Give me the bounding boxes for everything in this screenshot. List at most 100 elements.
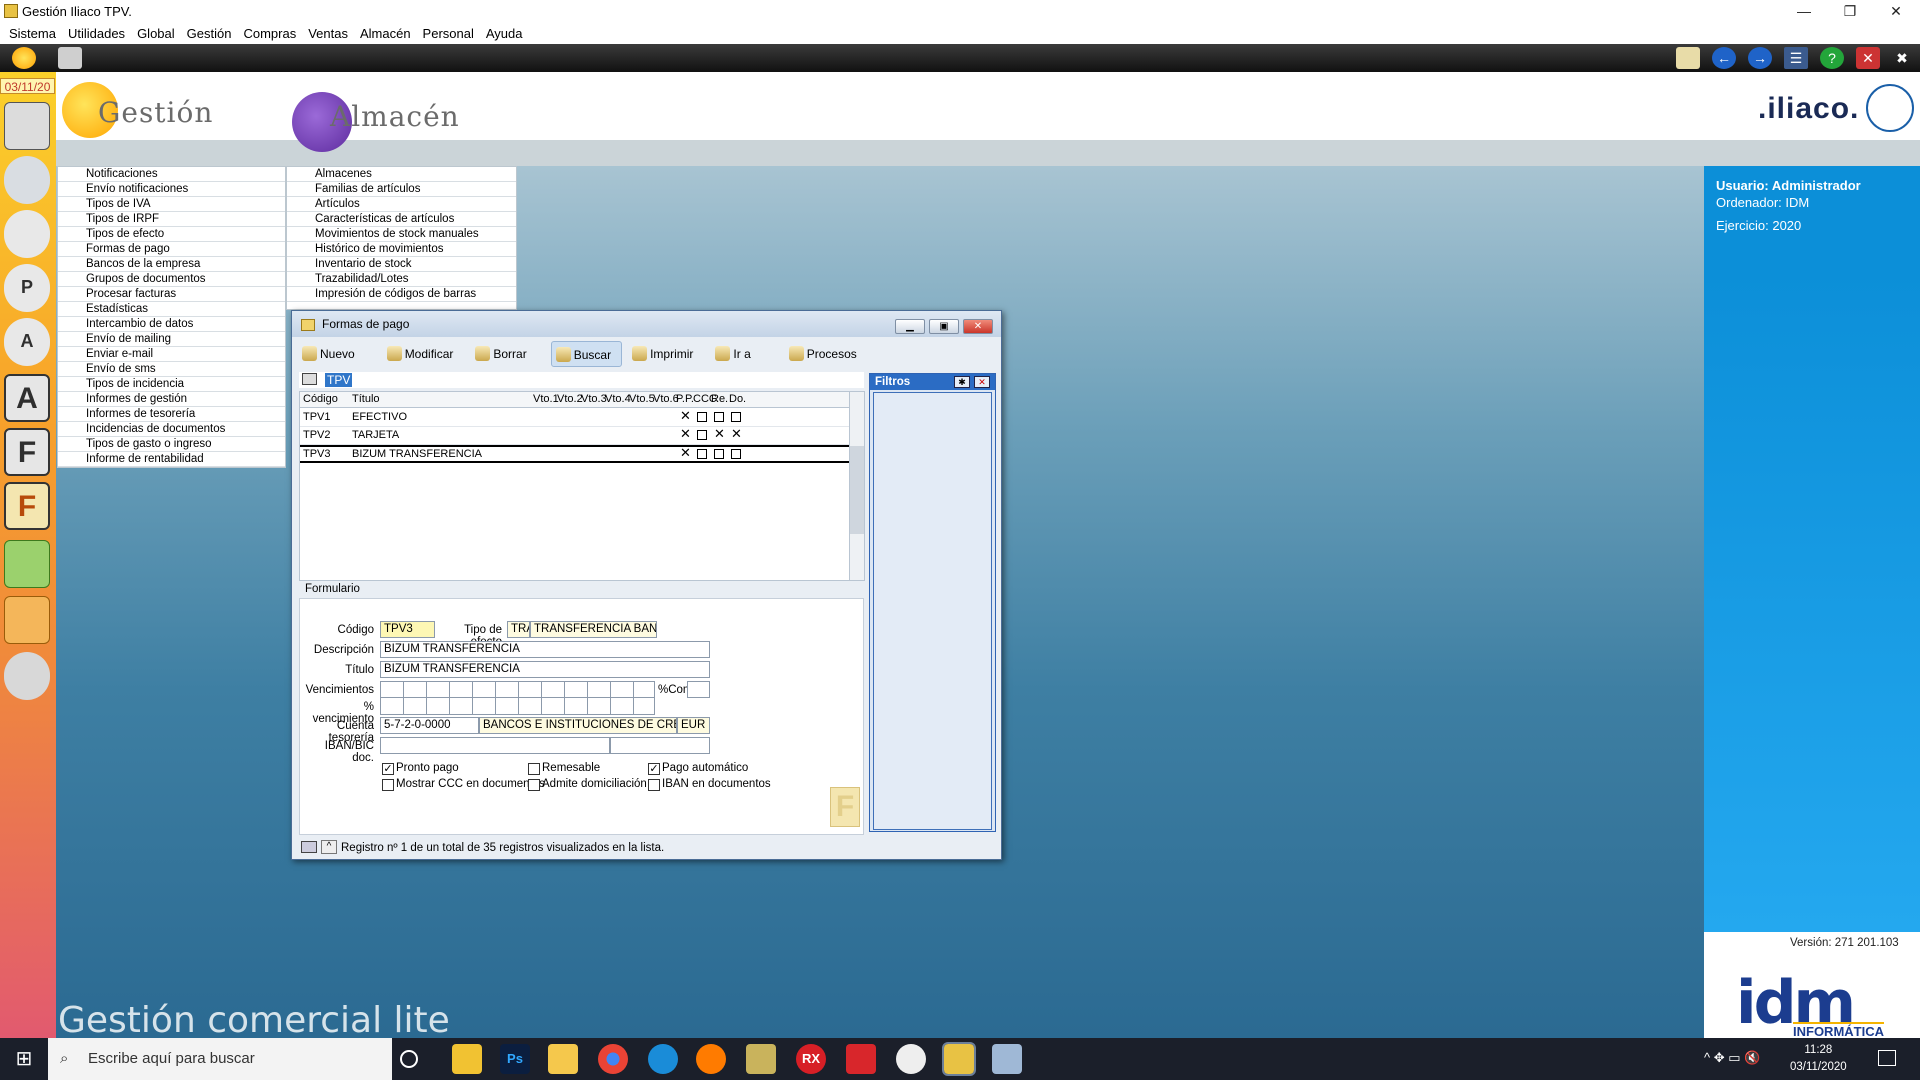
clock[interactable]: 11:28 03/11/2020	[1790, 1042, 1847, 1076]
gestion-menu-item[interactable]: Tipos de IVA	[58, 197, 285, 212]
exit-icon[interactable]: ✖	[1890, 47, 1914, 69]
almacen-menu-item[interactable]: Histórico de movimientos	[287, 242, 516, 257]
gestion-menu-item[interactable]: Intercambio de datos	[58, 317, 285, 332]
menu-utilidades[interactable]: Utilidades	[62, 22, 131, 44]
task-view-icon[interactable]	[400, 1050, 418, 1068]
gestion-menu-item[interactable]: Informes de gestión	[58, 392, 285, 407]
col-vto5[interactable]: Vto.5	[629, 393, 655, 405]
procesos-button[interactable]: Procesos	[785, 341, 867, 367]
status-folder-icon[interactable]	[301, 841, 317, 853]
gestion-menu-item[interactable]: Grupos de documentos	[58, 272, 285, 287]
terminal-icon[interactable]	[4, 102, 50, 150]
gestion-menu-item[interactable]: Informe de rentabilidad	[58, 452, 285, 467]
gestion-menu-item[interactable]: Notificaciones	[58, 167, 285, 182]
gestion-menu-item[interactable]: Enviar e-mail	[58, 347, 285, 362]
menu-ayuda[interactable]: Ayuda	[480, 22, 529, 44]
pago-automatico-checkbox[interactable]: ✓	[648, 763, 660, 775]
filtros-close-icon[interactable]: ✕	[974, 376, 990, 388]
folder-icon[interactable]	[548, 1044, 578, 1074]
col-codigo[interactable]: Código	[303, 393, 338, 405]
gestion-menu-item[interactable]: Tipos de incidencia	[58, 377, 285, 392]
col-vto2[interactable]: Vto.2	[557, 393, 583, 405]
dialog-minimize-button[interactable]: ▁	[895, 319, 925, 334]
almacen-menu-item[interactable]: Trazabilidad/Lotes	[287, 272, 516, 287]
gestion-menu-item[interactable]: Envío de mailing	[58, 332, 285, 347]
almacen-menu-item[interactable]: Familias de artículos	[287, 182, 516, 197]
almacen-menu-item[interactable]: Impresión de códigos de barras	[287, 287, 516, 302]
titulo-field[interactable]: BIZUM TRANSFERENCIA	[380, 661, 710, 678]
gestion-menu-item[interactable]: Estadísticas	[58, 302, 285, 317]
do-check[interactable]: ✕	[731, 427, 742, 440]
menu-global[interactable]: Global	[131, 22, 181, 44]
windows-start-icon[interactable]: ⊞	[0, 1038, 48, 1080]
users-group-icon[interactable]	[4, 156, 50, 204]
tipo-efecto-code-field[interactable]: TRA	[507, 621, 530, 638]
taskbar-search-input[interactable]: Escribe aquí para buscar	[48, 1038, 392, 1080]
pct-com-field[interactable]	[687, 681, 710, 698]
menu-personal[interactable]: Personal	[417, 22, 480, 44]
cuenta-field[interactable]: 5-7-2-0-0000	[380, 717, 479, 734]
almacen-menu-item[interactable]: Características de artículos	[287, 212, 516, 227]
col-vto3[interactable]: Vto.3	[581, 393, 607, 405]
ir-a-button[interactable]: Ir a	[711, 341, 760, 367]
do-check[interactable]	[731, 412, 741, 422]
col-vto6[interactable]: Vto.6	[653, 393, 679, 405]
pin-icon[interactable]: ✱	[954, 376, 970, 388]
admite-domiciliacion-checkbox[interactable]	[528, 779, 540, 791]
modificar-button[interactable]: Modificar	[383, 341, 464, 367]
col-vto4[interactable]: Vto.4	[605, 393, 631, 405]
gestion-menu-item[interactable]: Tipos de efecto	[58, 227, 285, 242]
gestion-iliaco-taskbar-icon[interactable]	[942, 1042, 976, 1076]
col-vto1[interactable]: Vto.1	[533, 393, 559, 405]
ccc-check[interactable]	[697, 430, 707, 440]
gestion-menu-item[interactable]: Envío de sms	[58, 362, 285, 377]
pp-check[interactable]: ✕	[680, 427, 691, 440]
iban-field[interactable]	[380, 737, 610, 754]
ccc-check[interactable]	[697, 449, 707, 459]
nuevo-button[interactable]: Nuevo	[298, 341, 365, 367]
help-icon[interactable]: ?	[1820, 47, 1844, 69]
menu-ventas[interactable]: Ventas	[302, 22, 354, 44]
pp-check[interactable]: ✕	[680, 409, 691, 422]
menu-compras[interactable]: Compras	[237, 22, 302, 44]
rx-icon[interactable]: RX	[796, 1044, 826, 1074]
bic-field[interactable]	[610, 737, 710, 754]
disc-icon[interactable]	[4, 652, 50, 700]
letter-f-orange-icon[interactable]: F	[4, 482, 50, 530]
letter-a-icon[interactable]: A	[4, 374, 50, 422]
gestion-menu-item[interactable]: Bancos de la empresa	[58, 257, 285, 272]
gestion-menu-item[interactable]: Incidencias de documentos	[58, 422, 285, 437]
descripcion-field[interactable]: BIZUM TRANSFERENCIA	[380, 641, 710, 658]
gestion-menu-item[interactable]: Tipos de IRPF	[58, 212, 285, 227]
mail-icon[interactable]	[1676, 47, 1700, 69]
back-icon[interactable]: ←	[1712, 47, 1736, 69]
minimize-button[interactable]: —	[1782, 0, 1826, 22]
collapse-icon[interactable]: ^	[321, 840, 337, 854]
tab-formulario[interactable]: Formulario	[299, 583, 864, 598]
app-icon-1[interactable]	[746, 1044, 776, 1074]
close-window-icon[interactable]: ✕	[1856, 47, 1880, 69]
close-button[interactable]: ✕	[1874, 0, 1918, 22]
anydesk-icon[interactable]	[846, 1044, 876, 1074]
app-icon-2[interactable]	[896, 1044, 926, 1074]
mostrar-ccc-checkbox[interactable]	[382, 779, 394, 791]
dialog-maximize-button[interactable]: ▣	[929, 319, 959, 334]
file-explorer-icon[interactable]	[452, 1044, 482, 1074]
pronto-pago-checkbox[interactable]: ✓	[382, 763, 394, 775]
dialog-close-button[interactable]: ✕	[963, 319, 993, 334]
gestion-menu-item[interactable]: Tipos de gasto o ingreso	[58, 437, 285, 452]
user-icon[interactable]	[4, 210, 50, 258]
app-icon-3[interactable]	[992, 1044, 1022, 1074]
home-icon[interactable]	[12, 47, 36, 69]
menu-gestion[interactable]: Gestión	[181, 22, 238, 44]
gestion-menu-item[interactable]: Procesar facturas	[58, 287, 285, 302]
table-row[interactable]: TPV2 TARJETA ✕ ✕ ✕	[300, 427, 855, 445]
box-green-icon[interactable]	[4, 540, 50, 588]
re-check[interactable]	[714, 449, 724, 459]
table-row-selected[interactable]: TPV3 BIZUM TRANSFERENCIA ✕	[300, 445, 855, 463]
system-tray[interactable]: ^ ✥ ▭ 🔇	[1704, 1050, 1760, 1066]
codigo-field[interactable]: TPV3	[380, 621, 435, 638]
ccc-check[interactable]	[697, 412, 707, 422]
gestion-menu-item[interactable]: Envío notificaciones	[58, 182, 285, 197]
col-pp[interactable]: P.P.	[676, 393, 694, 405]
